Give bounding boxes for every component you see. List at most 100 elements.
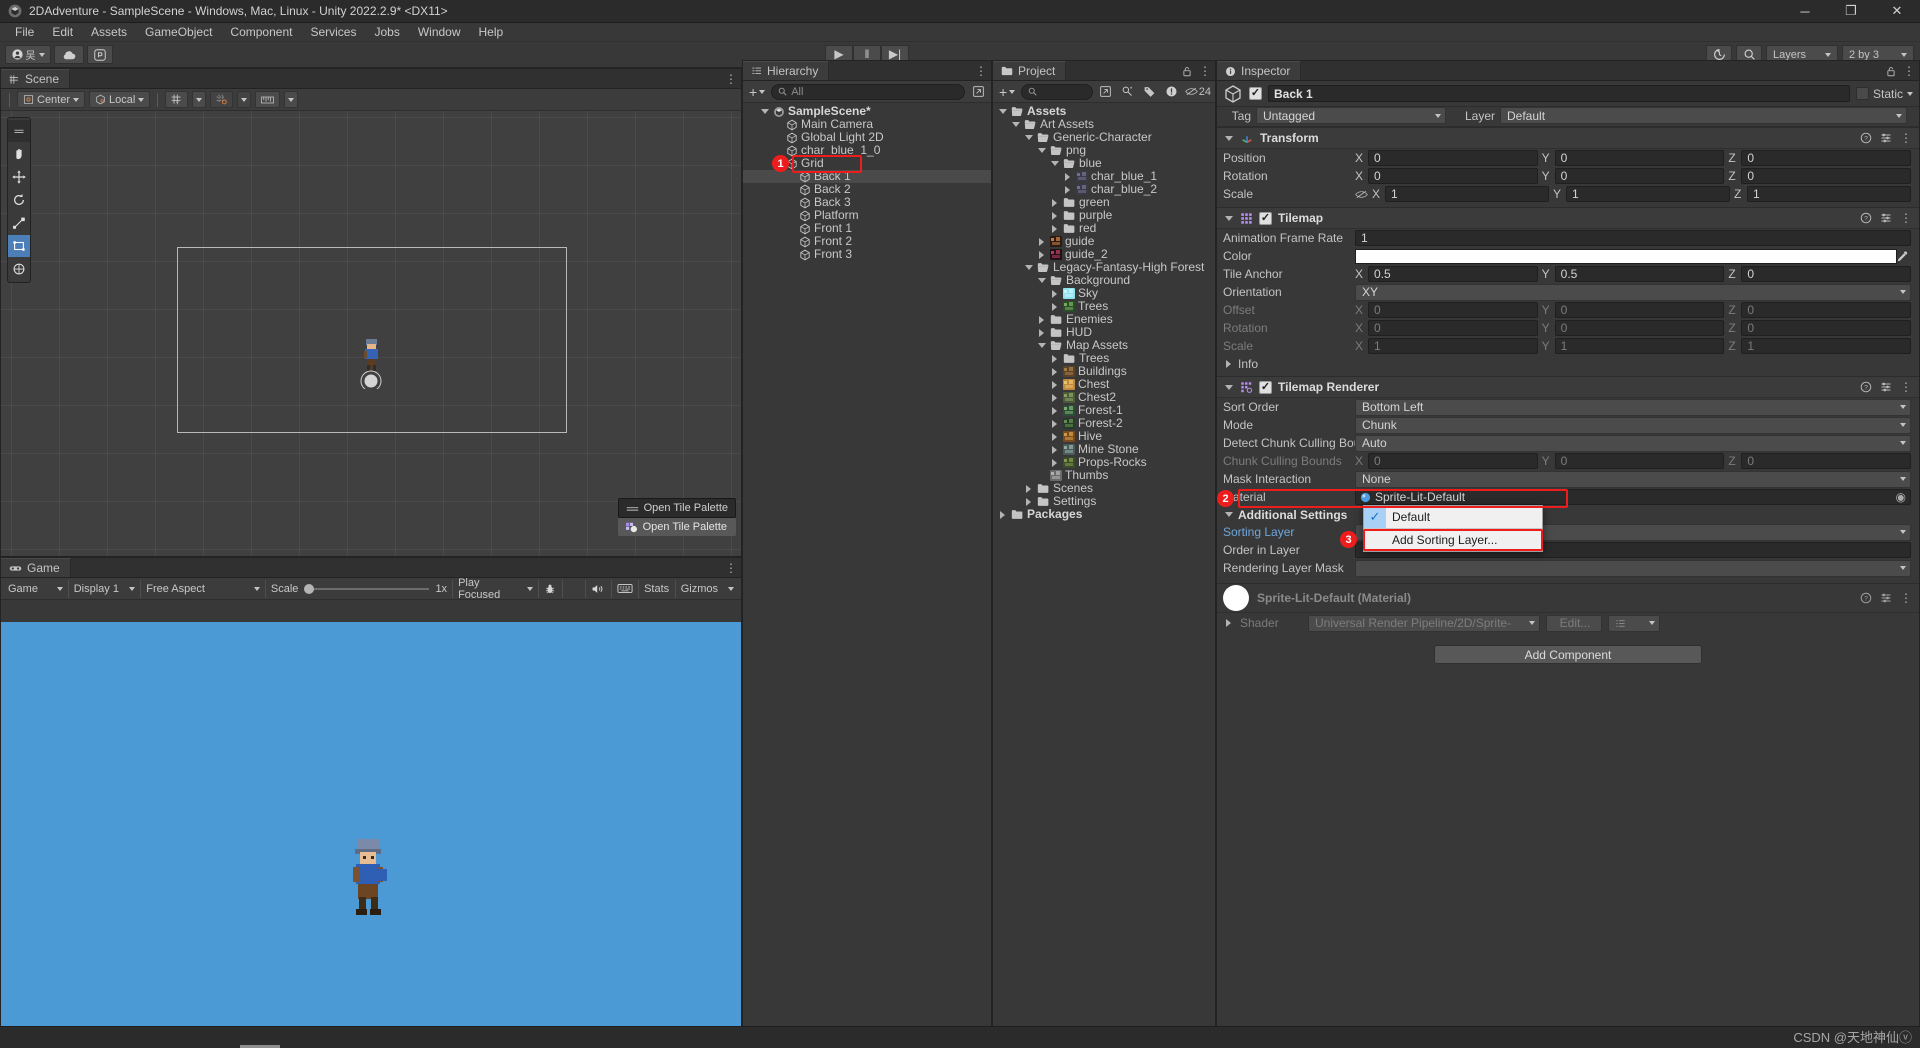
material-preview-header[interactable]: Sprite-Lit-Default (Material) ? ⋮ [1217, 583, 1919, 613]
collab-button[interactable] [87, 45, 113, 64]
tree-item[interactable]: Thumbs [993, 469, 1215, 482]
tree-item[interactable]: Packages [993, 508, 1215, 521]
help-icon[interactable]: ? [1860, 381, 1872, 393]
tilemap-info-foldout[interactable]: Info [1217, 355, 1919, 372]
add-component-button[interactable]: Add Component [1434, 645, 1702, 664]
grid-snap-button[interactable] [210, 91, 234, 108]
grid-axis-button[interactable]: Y [165, 91, 189, 108]
keyboard-shortcut-button[interactable] [612, 579, 639, 598]
lock-icon[interactable] [1886, 66, 1896, 77]
preset-icon[interactable] [1880, 381, 1892, 393]
layer-dropdown[interactable]: Default [1500, 107, 1907, 124]
help-icon[interactable]: ? [1860, 212, 1872, 224]
scale-slider[interactable] [304, 583, 430, 594]
hierarchy-search-input[interactable]: All [771, 83, 965, 100]
help-icon[interactable]: ? [1860, 592, 1872, 604]
additional-settings-foldout[interactable]: Additional Settings [1217, 506, 1919, 523]
pivot-dropdown[interactable]: Center [17, 91, 86, 108]
chevron-right-icon[interactable] [1049, 457, 1060, 468]
position-y-input[interactable]: 0 [1554, 150, 1725, 166]
chevron-right-icon[interactable] [1049, 288, 1060, 299]
tile-anchor-z-input[interactable]: 0 [1741, 266, 1912, 282]
chevron-right-icon[interactable] [1049, 353, 1060, 364]
cloud-button[interactable] [54, 45, 84, 64]
chevron-down-icon[interactable] [1049, 158, 1060, 169]
tag-dropdown[interactable]: Untagged [1256, 107, 1446, 124]
tilemap-menu-icon[interactable]: ⋮ [1900, 212, 1912, 224]
preset-icon[interactable] [1880, 212, 1892, 224]
menu-component[interactable]: Component [221, 23, 301, 41]
hierarchy-open-in-new-button[interactable] [969, 83, 987, 100]
shader-dropdown[interactable]: Universal Render Pipeline/2D/Sprite- [1308, 614, 1540, 632]
tree-item[interactable]: Assets [993, 105, 1215, 118]
hierarchy-tree[interactable]: SampleScene* Main Camera Global Light 2D ch… [743, 103, 991, 261]
tree-item[interactable]: Forest-2 [993, 417, 1215, 430]
tool-handle-bar[interactable] [8, 120, 30, 142]
open-tile-palette-button[interactable]: Open Tile Palette [617, 518, 736, 536]
rotation-z-input[interactable]: 0 [1741, 168, 1912, 184]
tilemap-renderer-component-header[interactable]: ✓ Tilemap Renderer ? ⋮ [1217, 376, 1919, 398]
inspector-menu-icon[interactable]: ⋮ [1903, 65, 1915, 77]
play-mode-dropdown[interactable]: Play Focused [453, 578, 540, 601]
chevron-right-icon[interactable] [1049, 210, 1060, 221]
static-checkbox[interactable] [1855, 87, 1869, 100]
chevron-right-icon[interactable] [1049, 379, 1060, 390]
tab-project[interactable]: Project [993, 61, 1067, 80]
eyedropper-icon[interactable] [1896, 250, 1909, 263]
rect-tool-button[interactable] [8, 235, 30, 257]
chevron-right-icon[interactable] [1036, 314, 1047, 325]
scale-y-input[interactable]: 1 [1566, 186, 1730, 202]
close-button[interactable]: ✕ [1874, 0, 1920, 22]
mute-audio-button[interactable] [586, 579, 612, 598]
tree-item[interactable]: Back 2 [743, 183, 991, 196]
minimize-button[interactable]: ─ [1782, 0, 1828, 22]
ruler-button[interactable] [255, 91, 281, 108]
popup-item-default[interactable]: ✓ Default [1364, 506, 1542, 528]
chevron-right-icon[interactable] [1036, 327, 1047, 338]
tree-item[interactable]: Generic-Character [993, 131, 1215, 144]
chevron-down-icon[interactable] [997, 106, 1008, 117]
color-swatch[interactable] [1355, 248, 1897, 264]
static-toggle-group[interactable]: Static [1855, 87, 1913, 101]
chevron-right-icon[interactable] [1049, 431, 1060, 442]
ruler-dropdown[interactable] [284, 91, 299, 108]
tilemap-renderer-enabled-checkbox[interactable]: ✓ [1259, 380, 1272, 394]
tree-item[interactable]: Front 1 [743, 222, 991, 235]
project-filter-label-button[interactable] [1141, 83, 1159, 100]
chevron-down-icon[interactable] [1036, 145, 1047, 156]
animation-frame-rate-input[interactable]: 1 [1355, 230, 1911, 246]
space-dropdown[interactable]: Local [89, 91, 151, 108]
project-filter-type-button[interactable] [1119, 83, 1137, 100]
preset-icon[interactable] [1880, 592, 1892, 604]
shader-options-dropdown[interactable] [1608, 614, 1660, 632]
tree-item[interactable]: png [993, 144, 1215, 157]
detect-chunk-culling-dropdown[interactable]: Auto [1355, 434, 1911, 452]
chevron-down-icon[interactable] [1023, 132, 1034, 143]
tree-item[interactable]: purple [993, 209, 1215, 222]
tree-item[interactable]: Front 3 [743, 248, 991, 261]
mask-interaction-dropdown[interactable]: None [1355, 470, 1911, 488]
account-button[interactable]: 吴 [5, 45, 51, 64]
aspect-dropdown[interactable]: Free Aspect [141, 579, 266, 598]
transform-component-header[interactable]: Transform ? ⋮ [1217, 127, 1919, 149]
chevron-down-icon[interactable] [1036, 275, 1047, 286]
tree-item[interactable]: Back 3 [743, 196, 991, 209]
tree-item[interactable]: Enemies [993, 313, 1215, 326]
scale-tool-button[interactable] [8, 212, 30, 234]
tilemap-renderer-foldout-icon[interactable] [1223, 382, 1234, 393]
tilemap-component-header[interactable]: ✓ Tilemap ? ⋮ [1217, 207, 1919, 229]
game-target-dropdown[interactable]: Game [3, 579, 69, 598]
move-tool-button[interactable] [8, 166, 30, 188]
chevron-down-icon[interactable] [1907, 91, 1913, 96]
scale-slider-knob[interactable] [304, 583, 315, 594]
chevron-down-icon[interactable] [1036, 340, 1047, 351]
hand-tool-button[interactable] [8, 143, 30, 165]
tree-item[interactable]: Background [993, 274, 1215, 287]
tilemap-enabled-checkbox[interactable]: ✓ [1259, 211, 1272, 225]
game-viewport[interactable] [1, 622, 741, 1047]
menu-assets[interactable]: Assets [82, 23, 136, 41]
maximize-button[interactable]: ❐ [1828, 0, 1874, 22]
transform-foldout-icon[interactable] [1223, 133, 1234, 144]
rotation-x-input[interactable]: 0 [1368, 168, 1538, 184]
object-name-input[interactable]: Back 1 [1268, 85, 1850, 102]
